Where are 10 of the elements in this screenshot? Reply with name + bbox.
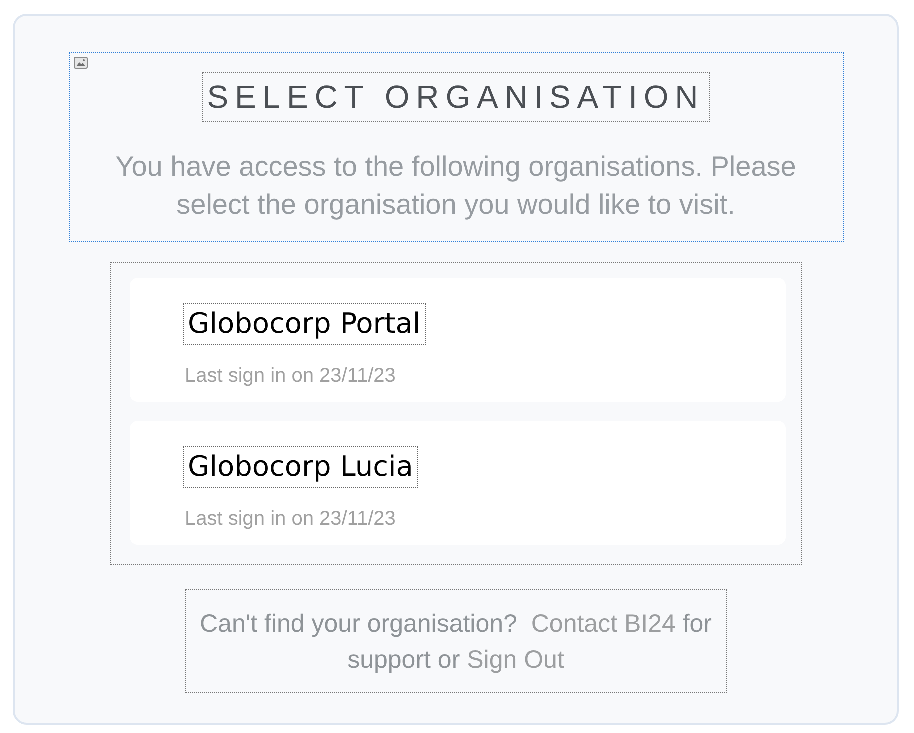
help-text: Can't find your organisation? Contact BI24 for support or Sign Out [198, 609, 714, 676]
organisation-name: Globocorp Lucia [183, 446, 418, 488]
organisation-name: Globocorp Portal [183, 303, 426, 345]
organisation-card[interactable]: Globocorp Portal Last sign in on 23/11/23 [130, 278, 786, 402]
last-sign-in-text: Last sign in on 23/11/23 [185, 507, 396, 531]
image-icon [74, 57, 88, 69]
last-sign-in-text: Last sign in on 23/11/23 [185, 364, 396, 388]
instructions-text: You have access to the following organisations. Please select the organisation you would like to visit. [114, 150, 798, 222]
page-title: SELECT ORGANISATION [202, 72, 710, 122]
organisation-card[interactable]: Globocorp Lucia Last sign in on 23/11/23 [130, 421, 786, 545]
